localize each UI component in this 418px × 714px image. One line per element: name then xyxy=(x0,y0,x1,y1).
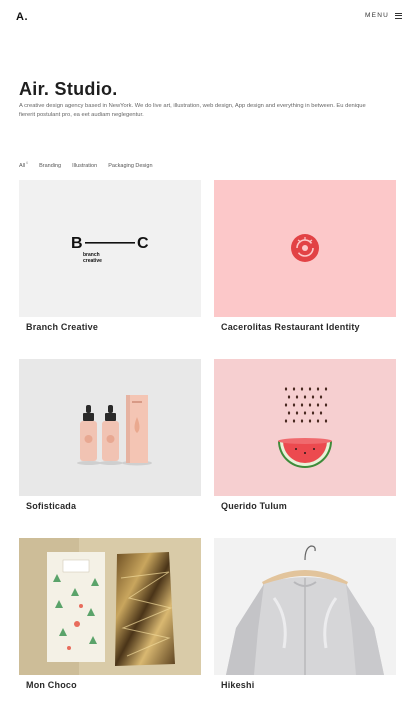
project-thumbnail xyxy=(214,180,396,317)
watermelon-image xyxy=(278,387,332,468)
hamburger-icon xyxy=(395,12,402,19)
logo-subtext: branch creative xyxy=(83,252,102,264)
intro-text: A creative design agency based in NewYor… xyxy=(19,103,366,118)
project-card[interactable]: B C branch creative Branch Creative xyxy=(19,180,201,332)
page-title: Air. Studio. xyxy=(19,79,118,99)
project-thumbnail xyxy=(214,359,396,496)
logo-letter-b: B xyxy=(71,235,83,252)
jacket-on-hanger-image xyxy=(226,545,384,675)
project-card[interactable]: Mon Choco xyxy=(19,538,201,690)
filter-label: All xyxy=(19,163,26,169)
filter-branding[interactable]: Branding xyxy=(39,163,61,169)
project-title[interactable]: Cacerolitas Restaurant Identity xyxy=(221,322,360,332)
portfolio-filters: All6 Branding Illustration Packaging Des… xyxy=(19,161,153,169)
logo-subtext-line: creative xyxy=(83,257,102,264)
project-title[interactable]: Sofisticada xyxy=(26,501,76,511)
filter-count: 6 xyxy=(26,161,29,165)
filter-all[interactable]: All6 xyxy=(19,161,29,169)
chocolate-packaging-image xyxy=(19,538,201,675)
site-logo[interactable]: A. xyxy=(16,11,28,23)
project-title[interactable]: Branch Creative xyxy=(26,322,98,332)
branch-creative-logo: B C xyxy=(71,235,149,252)
filter-packaging-design[interactable]: Packaging Design xyxy=(108,163,152,169)
project-thumbnail xyxy=(214,538,396,675)
cacerolitas-emblem-icon xyxy=(291,234,319,262)
dropper-bottles-image xyxy=(77,395,152,466)
top-bar: A. MENU xyxy=(0,0,418,34)
project-title[interactable]: Mon Choco xyxy=(26,680,77,690)
project-card[interactable]: Hikeshi xyxy=(214,538,396,690)
menu-button[interactable]: MENU xyxy=(365,12,402,19)
filter-illustration[interactable]: Illustration xyxy=(72,163,97,169)
project-title[interactable]: Hikeshi xyxy=(221,680,254,690)
menu-label: MENU xyxy=(365,12,389,19)
project-card[interactable]: Sofisticada xyxy=(19,359,201,511)
project-thumbnail xyxy=(19,538,201,675)
project-card[interactable]: Cacerolitas Restaurant Identity xyxy=(214,180,396,332)
project-thumbnail xyxy=(19,359,201,496)
project-thumbnail: B C branch creative xyxy=(19,180,201,317)
logo-letter-c: C xyxy=(137,235,149,252)
project-title[interactable]: Querido Tulum xyxy=(221,501,287,511)
project-card[interactable]: Querido Tulum xyxy=(214,359,396,511)
